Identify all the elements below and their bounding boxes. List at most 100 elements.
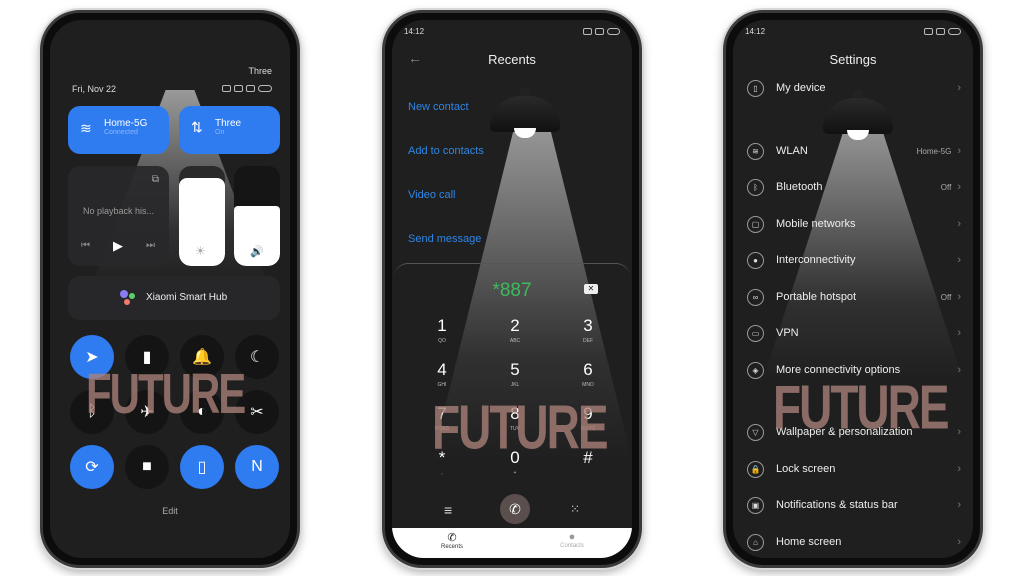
key-digit: 6 (583, 360, 593, 379)
page-title: Settings (829, 52, 877, 67)
key-digit: 0 (510, 448, 520, 467)
dial-key[interactable]: 8 TUV (495, 404, 535, 432)
toggle-vibrate[interactable]: ▯ (180, 445, 224, 489)
settings-item-label: Home screen (776, 536, 842, 548)
settings-item-label: Wallpaper & personalization (776, 426, 913, 438)
settings-item-icon: ≋ (747, 142, 764, 160)
dialpad-toggle-icon[interactable]: ⁙ (570, 502, 580, 516)
status-time: 14:12 (745, 27, 766, 36)
settings-item[interactable]: ᛒ Bluetooth Off › (747, 174, 961, 200)
play-icon[interactable]: ▶ (113, 238, 123, 254)
toggle-screen-record[interactable]: ■ (125, 445, 169, 489)
person-icon: ● (568, 531, 576, 543)
new-contact-link[interactable]: New contact (408, 101, 469, 113)
toggle-bluetooth[interactable]: ᛒ (70, 390, 114, 434)
tab-contacts[interactable]: ● Contacts (512, 528, 632, 558)
settings-item[interactable]: ▭ VPN › (747, 320, 961, 346)
chevron-right-icon: › (957, 181, 961, 193)
edit-button[interactable]: Edit (50, 506, 290, 516)
key-digit: 4 (437, 360, 447, 379)
dial-key[interactable]: 7 PQRS (422, 404, 462, 432)
wifi-tile[interactable]: ≋ Home-5G Connected (68, 106, 169, 154)
settings-item[interactable]: ◈ More connectivity options › (747, 357, 961, 383)
toggle-reading-mode[interactable]: ◐ (180, 390, 224, 434)
settings-item[interactable]: ▢ Mobile networks › (747, 211, 961, 237)
dial-key[interactable]: 0 + (495, 448, 535, 476)
tab-recents[interactable]: ✆ Recents (392, 528, 512, 558)
next-icon[interactable]: ⏭ (146, 240, 155, 251)
key-letters: PQRS (434, 426, 450, 432)
settings-item[interactable]: ▯ My device › (747, 75, 961, 101)
settings-item-icon: ▢ (747, 215, 764, 233)
dial-key[interactable]: 4 GHI (422, 360, 462, 388)
toggle-bell[interactable]: 🔔 (180, 335, 224, 379)
settings-item[interactable]: ⌂ Home screen › (747, 529, 961, 555)
dial-key[interactable]: 6 MNO (568, 360, 608, 388)
menu-icon[interactable]: ≡ (444, 502, 452, 518)
chevron-right-icon: › (957, 254, 961, 266)
key-letters: ABC (509, 338, 521, 344)
dark-mode-icon: ☾ (249, 349, 265, 366)
status-icons (583, 28, 620, 35)
settings-item[interactable]: ≋ WLAN Home-5G › (747, 138, 961, 164)
settings-item-label: VPN (776, 327, 799, 339)
dial-key[interactable]: 3 DEF (568, 316, 608, 344)
key-letters: GHI (437, 382, 447, 388)
settings-item-label: Lock screen (776, 463, 836, 475)
chevron-right-icon: › (957, 364, 961, 376)
cast-icon[interactable]: ⧉ (152, 174, 159, 185)
phone-tab-icon: ✆ (447, 532, 457, 544)
key-letters: QO (438, 338, 446, 344)
key-letters: JKL (510, 382, 520, 388)
previous-icon[interactable]: ⏮ (81, 240, 90, 251)
key-letters: + (513, 470, 517, 476)
settings-item[interactable]: ● Interconnectivity › (747, 247, 961, 273)
location-icon: ➤ (85, 349, 99, 366)
date-label: Fri, Nov 22 (72, 84, 117, 94)
dial-key[interactable]: *, (422, 448, 462, 476)
send-message-link[interactable]: Send message (408, 233, 481, 245)
toggle-rotation-lock[interactable]: ⟳ (70, 445, 114, 489)
phone-icon: ✆ (509, 501, 521, 517)
toggle-screenshot[interactable]: ✂ (235, 390, 279, 434)
key-letters: MNO (582, 382, 594, 388)
key-digit: 5 (510, 360, 520, 379)
media-text: No playback his... (82, 206, 155, 216)
settings-item[interactable]: ▽ Wallpaper & personalization › (747, 419, 961, 445)
mobile-data-tile[interactable]: ⇅ Three On (179, 106, 280, 154)
toggle-location[interactable]: ➤ (70, 335, 114, 379)
key-digit: * (438, 448, 446, 467)
settings-item-icon: ⌂ (747, 533, 764, 551)
settings-item-label: Notifications & status bar (776, 499, 898, 511)
key-digit: 9 (583, 404, 593, 423)
dial-key[interactable]: 2 ABC (495, 316, 535, 344)
volume-slider[interactable]: 🔊 (234, 166, 280, 266)
settings-item-icon: ◈ (747, 361, 764, 379)
key-letters: DEF (583, 338, 593, 344)
dial-key[interactable]: 1 QO (422, 316, 462, 344)
dial-key[interactable]: 5 JKL (495, 360, 535, 388)
settings-screen: 14:12 Settings ▯ My device › ≋ WLAN Home-5G › ᛒ… (733, 20, 973, 558)
brightness-slider[interactable]: ☀ (179, 166, 225, 266)
add-to-contacts-link[interactable]: Add to contacts (408, 145, 484, 157)
settings-item[interactable]: ▣ Notifications & status bar › (747, 492, 961, 518)
toggle-dark-mode[interactable]: ☾ (235, 335, 279, 379)
brightness-icon: ☀ (195, 244, 206, 258)
dial-key[interactable]: 9 WXYZ (568, 404, 608, 432)
call-button[interactable]: ✆ (500, 494, 530, 524)
key-letters: TUV (510, 426, 520, 432)
backspace-icon[interactable]: ✕ (584, 284, 598, 294)
settings-item-icon: ∞ (747, 288, 764, 306)
dial-key[interactable]: # (568, 448, 608, 470)
settings-item[interactable]: 🔒 Lock screen › (747, 456, 961, 482)
toggle-airplane[interactable]: ✈ (125, 390, 169, 434)
smart-hub-button[interactable]: Xiaomi Smart Hub (68, 276, 280, 320)
toggle-flashlight[interactable]: ▮ (125, 335, 169, 379)
toggle-nfc[interactable]: N (235, 445, 279, 489)
tab-recents-label: Recents (440, 544, 463, 550)
video-call-link[interactable]: Video call (408, 189, 456, 201)
settings-item[interactable]: ∞ Portable hotspot Off › (747, 284, 961, 310)
chevron-right-icon: › (957, 327, 961, 339)
lamp (490, 96, 560, 138)
key-digit: 8 (510, 404, 520, 423)
